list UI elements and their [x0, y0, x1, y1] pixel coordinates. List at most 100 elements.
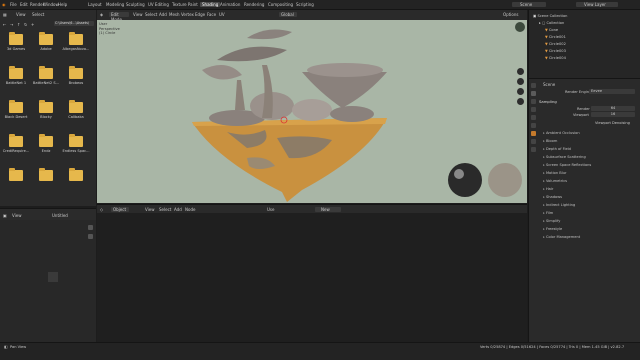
folder-item[interactable]: Calibaka — [66, 100, 86, 130]
section-simplify[interactable]: Simplify — [543, 219, 560, 223]
folder-item[interactable]: AlbegasNovo... — [63, 32, 89, 62]
ne-menu-view[interactable]: View — [145, 207, 155, 212]
vp-menu-vertex[interactable]: Vertex — [181, 12, 194, 17]
zoom-gizmo-icon[interactable] — [517, 68, 524, 75]
section-film[interactable]: Film — [543, 211, 553, 215]
sampling-header[interactable]: Sampling — [539, 99, 557, 104]
section-ssr[interactable]: Screen Space Reflections — [543, 163, 591, 167]
material-tab-icon[interactable] — [531, 147, 536, 152]
folder-item[interactable]: CrediRequire... — [3, 134, 29, 164]
folder-item[interactable] — [6, 168, 26, 198]
vp-menu-view[interactable]: View — [133, 12, 143, 17]
3d-viewport[interactable]: User Perspective (1) Circle — [97, 20, 527, 203]
folder-item[interactable]: Endz — [36, 134, 56, 164]
viewport-type-icon[interactable]: ◈ — [100, 12, 103, 17]
menu-help[interactable]: Help — [58, 2, 67, 7]
section-depth-of-field[interactable]: Depth of Field — [543, 147, 571, 151]
tab-compositing[interactable]: Compositing — [268, 2, 293, 7]
vp-menu-uv[interactable]: UV — [219, 12, 225, 17]
section-shadows[interactable]: Shadows — [543, 195, 562, 199]
section-subsurface-scattering[interactable]: Subsurface Scattering — [543, 155, 586, 159]
ortho-gizmo-icon[interactable] — [517, 98, 524, 105]
outliner-root[interactable]: ▣ Scene Collection — [533, 14, 567, 19]
mode-selector[interactable]: Edit Mode — [109, 12, 129, 22]
folder-item[interactable]: BattleNet 1 — [6, 66, 26, 96]
image-title[interactable]: Untitled — [52, 213, 68, 218]
folder-item[interactable]: BattleNet2 S... — [33, 66, 59, 96]
section-color-management[interactable]: Color Management — [543, 235, 580, 239]
zoom-icon[interactable] — [88, 225, 93, 230]
ne-menu-add[interactable]: Add — [174, 207, 182, 212]
back-arrow-icon[interactable]: ← — [3, 22, 6, 27]
output-tab-icon[interactable] — [531, 99, 536, 104]
tab-shading[interactable]: Shading — [200, 2, 221, 7]
viewport-samples-field[interactable]: 16 — [591, 112, 635, 117]
node-editor-canvas[interactable] — [97, 213, 527, 342]
node-editor-type-icon[interactable]: ◇ — [100, 207, 103, 212]
forward-arrow-icon[interactable]: → — [10, 22, 13, 27]
image-editor-type-icon[interactable]: ▣ — [3, 213, 7, 218]
folder-item[interactable] — [66, 168, 86, 198]
camera-gizmo-icon[interactable] — [517, 88, 524, 95]
path-input[interactable]: C:\Users\6...\Assets\ — [54, 21, 94, 26]
section-indirect-lighting[interactable]: Indirect Lighting — [543, 203, 575, 207]
tab-scripting[interactable]: Scripting — [296, 2, 314, 7]
outliner-item-circle004[interactable]: ▼ Circle004 — [545, 56, 566, 61]
new-folder-icon[interactable]: + — [31, 22, 34, 27]
section-motion-blur[interactable]: Motion Blur — [543, 171, 567, 175]
vp-menu-face[interactable]: Face — [207, 12, 216, 17]
vp-menu-select[interactable]: Select — [145, 12, 157, 17]
outliner-item-collection[interactable]: ▸ ▢ Collection — [539, 21, 564, 26]
outliner-item-cone[interactable]: ▼ Cone — [545, 28, 558, 33]
tab-animation[interactable]: Animation — [220, 2, 240, 7]
shader-type-selector[interactable]: Object — [111, 207, 129, 212]
menu-file[interactable]: File — [10, 2, 17, 7]
navigation-gizmo-icon[interactable] — [515, 22, 525, 32]
render-engine-select[interactable]: Eevee — [589, 89, 635, 94]
vp-menu-mesh[interactable]: Mesh — [169, 12, 180, 17]
viewport-denoising-toggle[interactable]: Viewport Denoising — [595, 121, 630, 125]
blender-logo-icon[interactable]: ◉ — [2, 2, 6, 7]
folder-item[interactable]: 3d Games — [6, 32, 26, 62]
ne-menu-node[interactable]: Node — [185, 207, 195, 212]
render-tab-icon[interactable] — [531, 91, 536, 96]
folder-item[interactable]: Black Desert — [5, 100, 27, 130]
tool-tab-icon[interactable] — [531, 83, 536, 88]
section-bloom[interactable]: Bloom — [543, 139, 557, 143]
tab-sculpting[interactable]: Sculpting — [126, 2, 145, 7]
refresh-icon[interactable]: ↻ — [24, 22, 27, 27]
image-menu-view[interactable]: View — [12, 213, 22, 218]
section-ambient-occlusion[interactable]: Ambient Occlusion — [543, 131, 580, 135]
fb-menu-view[interactable]: View — [16, 12, 26, 17]
outliner-item-circle001[interactable]: ▼ Circle001 — [545, 35, 566, 40]
folder-item[interactable]: Adobe — [36, 32, 56, 62]
ne-menu-select[interactable]: Select — [159, 207, 171, 212]
folder-item[interactable]: Endless Spac... — [62, 134, 90, 164]
vp-menu-add[interactable]: Add — [159, 12, 167, 17]
render-samples-field[interactable]: 64 — [591, 106, 635, 111]
scene-tab-icon[interactable] — [531, 115, 536, 120]
hand-icon[interactable] — [88, 234, 93, 239]
viewport-options[interactable]: Options — [503, 12, 518, 17]
orientation-selector[interactable]: Global — [279, 12, 297, 17]
menu-window[interactable]: Window — [43, 2, 59, 7]
view-layer-selector[interactable]: View Layer — [576, 2, 618, 7]
fb-menu-select[interactable]: Select — [32, 12, 44, 17]
outliner-item-circle002[interactable]: ▼ Circle002 — [545, 42, 566, 47]
section-volumetrics[interactable]: Volumetrics — [543, 179, 567, 183]
world-tab-icon[interactable] — [531, 123, 536, 128]
folder-item[interactable]: Blocky — [36, 100, 56, 130]
new-material-button[interactable]: New — [315, 207, 341, 212]
section-hair[interactable]: Hair — [543, 187, 553, 191]
view-layer-tab-icon[interactable] — [531, 107, 536, 112]
tab-texture-paint[interactable]: Texture Paint — [172, 2, 198, 7]
object-tab-icon[interactable] — [531, 131, 536, 136]
tab-rendering[interactable]: Rendering — [244, 2, 264, 7]
modifier-tab-icon[interactable] — [531, 139, 536, 144]
tab-uv-editing[interactable]: UV Editing — [148, 2, 169, 7]
outliner-item-circle003[interactable]: ▼ Circle003 — [545, 49, 566, 54]
tab-modeling[interactable]: Modeling — [106, 2, 124, 7]
pan-gizmo-icon[interactable] — [517, 78, 524, 85]
editor-type-icon[interactable]: ▦ — [3, 12, 7, 17]
tab-layout[interactable]: Layout — [88, 2, 102, 7]
